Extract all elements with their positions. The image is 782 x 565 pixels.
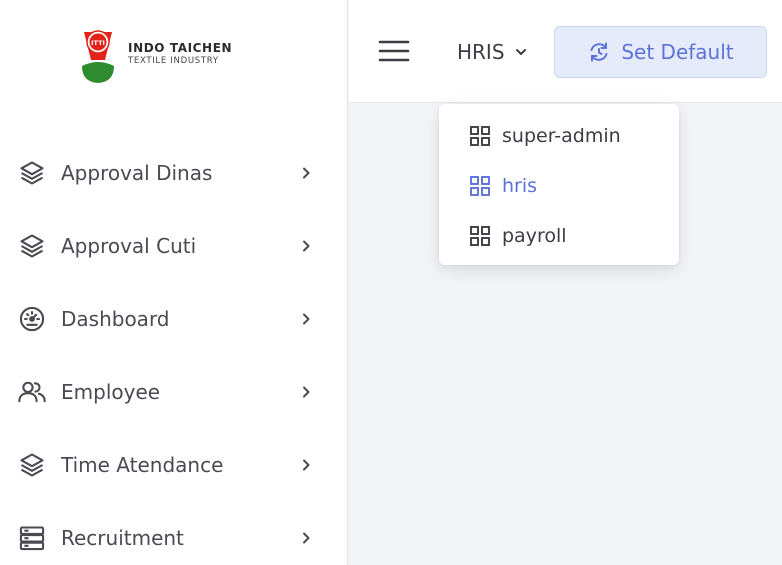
dropdown-item-hris[interactable]: hris	[439, 161, 679, 211]
top-header: HRIS Set Default	[349, 0, 782, 103]
module-select-label: HRIS	[457, 40, 505, 64]
chevron-right-icon	[296, 528, 316, 548]
sidebar-item-label: Approval Cuti	[61, 233, 197, 258]
chevron-right-icon	[296, 163, 316, 183]
chevron-right-icon	[296, 382, 316, 402]
brand-logo[interactable]: ITTI INDO TAICHEN TEXTILE INDUSTRY	[78, 22, 232, 84]
dropdown-item-label: hris	[502, 175, 538, 197]
chevron-right-icon	[296, 236, 316, 256]
grid-icon	[468, 174, 492, 198]
gauge-icon	[17, 304, 47, 334]
grid-icon	[468, 224, 492, 248]
hamburger-menu-button[interactable]	[377, 36, 411, 66]
module-dropdown-menu: super-admin hris payroll	[439, 104, 679, 265]
sidebar-item-employee[interactable]: Employee	[0, 355, 347, 428]
chevron-right-icon	[296, 455, 316, 475]
sidebar-item-label: Employee	[61, 379, 161, 404]
users-icon	[17, 377, 47, 407]
layers-icon	[17, 231, 47, 261]
itti-logo-icon: ITTI	[82, 30, 114, 83]
logo-badge-text: ITTI	[91, 39, 105, 47]
sidebar-item-label: Time Atendance	[61, 452, 224, 477]
layers-icon	[17, 450, 47, 480]
dropdown-item-payroll[interactable]: payroll	[439, 211, 679, 261]
module-select[interactable]: HRIS	[457, 36, 529, 68]
grid-icon	[468, 124, 492, 148]
dropdown-item-label: super-admin	[502, 125, 621, 147]
set-default-label: Set Default	[621, 40, 734, 64]
sidebar-item-label: Dashboard	[61, 306, 170, 331]
sidebar-item-approval-cuti[interactable]: Approval Cuti	[0, 209, 347, 282]
chevron-down-icon	[513, 44, 529, 60]
sidebar-item-recruitment[interactable]: Recruitment	[0, 501, 347, 565]
server-icon	[17, 523, 47, 553]
refresh-icon	[587, 40, 611, 64]
sidebar-item-approval-dinas[interactable]: Approval Dinas	[0, 136, 347, 209]
dropdown-item-label: payroll	[502, 225, 567, 247]
brand-name: INDO TAICHEN	[128, 40, 233, 55]
sidebar-menu: Approval Dinas Approval Cuti Dashboard E…	[0, 136, 347, 565]
dropdown-item-super-admin[interactable]: super-admin	[439, 111, 679, 161]
hamburger-icon	[378, 40, 410, 62]
layers-icon	[17, 158, 47, 188]
chevron-right-icon	[296, 309, 316, 329]
sidebar-item-time-atendance[interactable]: Time Atendance	[0, 428, 347, 501]
set-default-button[interactable]: Set Default	[554, 26, 767, 78]
brand-subtitle: TEXTILE INDUSTRY	[128, 55, 219, 66]
sidebar: ITTI INDO TAICHEN TEXTILE INDUSTRY Appro…	[0, 0, 348, 565]
sidebar-item-dashboard[interactable]: Dashboard	[0, 282, 347, 355]
sidebar-item-label: Recruitment	[61, 525, 184, 550]
sidebar-item-label: Approval Dinas	[61, 160, 213, 185]
